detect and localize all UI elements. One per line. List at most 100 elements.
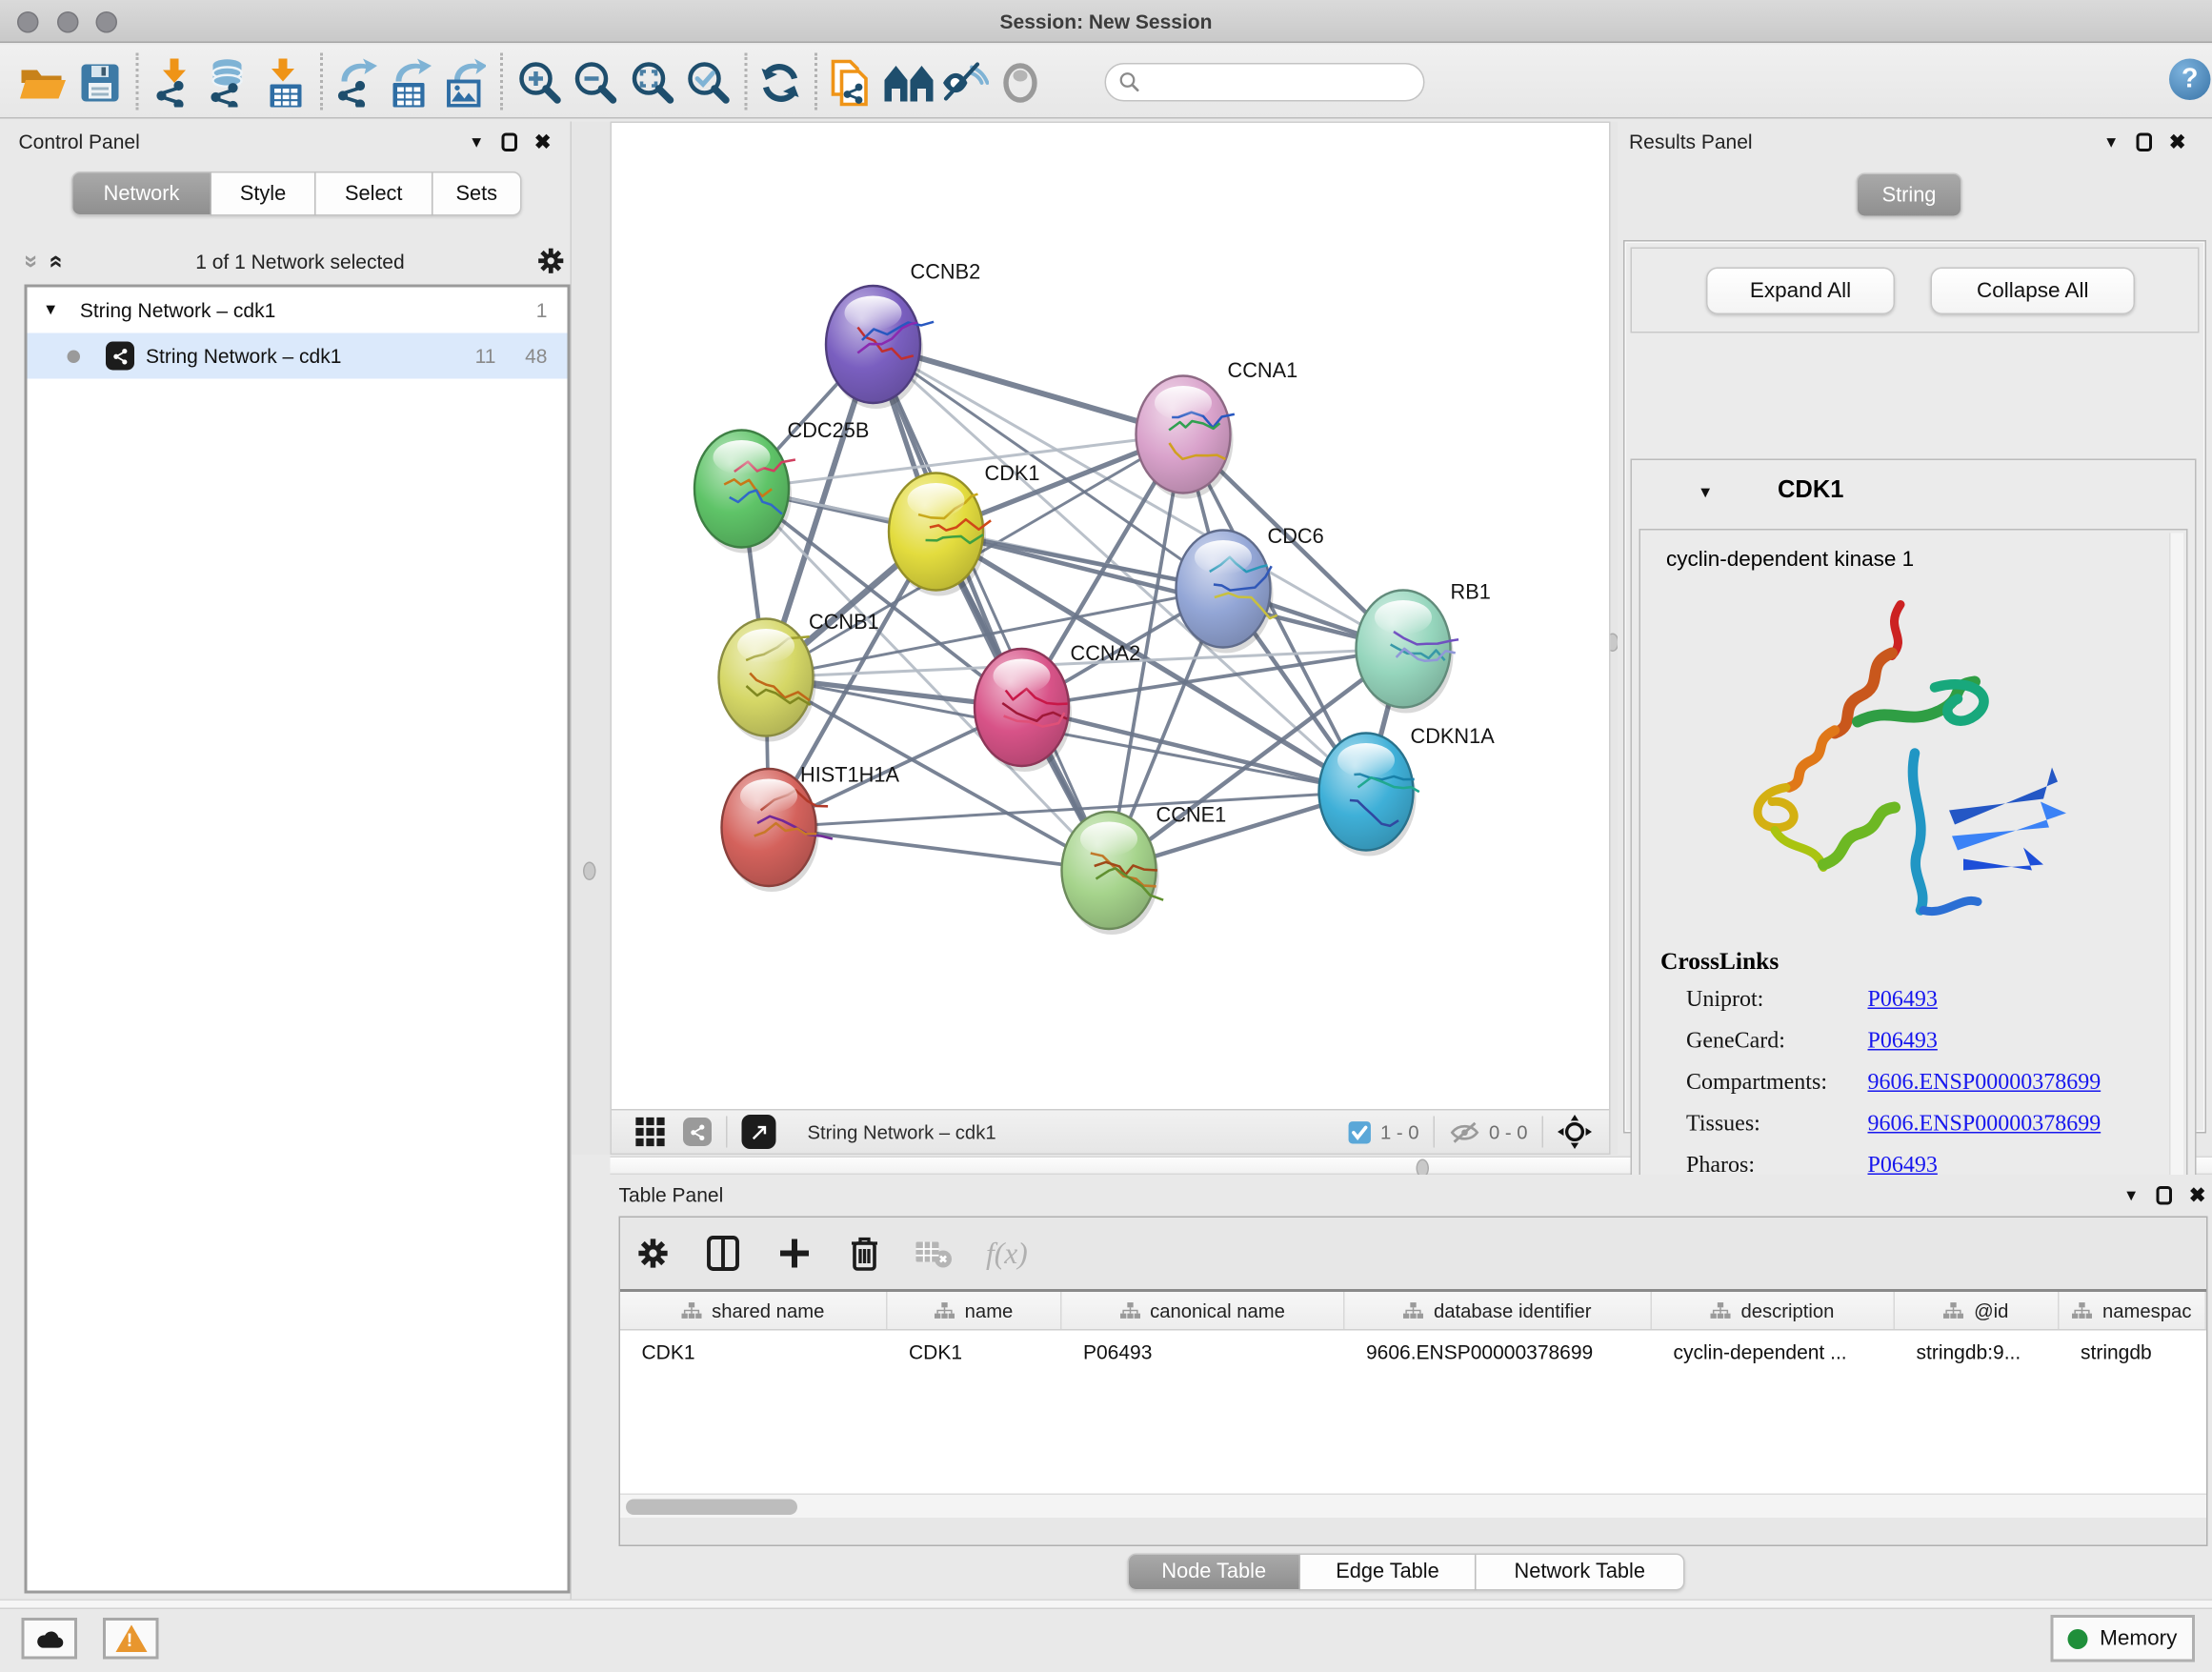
tab-string[interactable]: String — [1857, 173, 1962, 218]
show-all-button[interactable] — [995, 57, 1046, 109]
cell-database-identifier[interactable]: 9606.ENSP00000378699 — [1366, 1340, 1593, 1363]
duplicate-network-button[interactable] — [826, 57, 877, 109]
network-graph[interactable]: CCNB2CCNA1CDC25BCDK1CDC6RB1CCNB1CCNA2CDK… — [612, 123, 1609, 1109]
tab-sets[interactable]: Sets — [433, 171, 522, 216]
float-panel-icon[interactable] — [501, 133, 517, 152]
gear-icon[interactable] — [537, 248, 565, 275]
help-button[interactable]: ? — [2169, 59, 2211, 101]
export-network-button[interactable] — [331, 57, 382, 109]
open-in-window-icon[interactable] — [742, 1115, 776, 1149]
collapse-all-button[interactable]: Collapse All — [1931, 268, 2136, 315]
column-header-database-identifier[interactable]: database identifier — [1345, 1292, 1653, 1329]
zoom-in-button[interactable] — [514, 57, 566, 109]
tab-select[interactable]: Select — [316, 171, 433, 216]
search-field[interactable] — [1105, 63, 1425, 102]
export-image-button[interactable] — [439, 57, 491, 109]
crosslink-link-genecard[interactable]: P06493 — [1868, 1029, 1938, 1055]
cell-id[interactable]: stringdb:9... — [1917, 1340, 2021, 1363]
network-view-title: String Network – cdk1 — [808, 1121, 996, 1143]
collapse-panel-icon[interactable]: ▼ — [469, 133, 484, 151]
cell-name[interactable]: CDK1 — [909, 1340, 962, 1363]
network-canvas[interactable]: CCNB2CCNA1CDC25BCDK1CDC6RB1CCNB1CCNA2CDK… — [611, 122, 1611, 1156]
zoom-fit-button[interactable] — [628, 57, 679, 109]
cell-namespac[interactable]: stringdb — [2081, 1340, 2152, 1363]
network-collection-row[interactable]: ▼ String Network – cdk1 1 — [28, 288, 568, 333]
node-RB1[interactable]: RB1 — [1357, 580, 1491, 714]
import-network-button[interactable] — [149, 57, 200, 109]
add-column-icon[interactable] — [777, 1237, 812, 1271]
node-CCNA1[interactable]: CCNA1 — [1136, 358, 1298, 499]
import-network-from-database-button[interactable] — [202, 57, 253, 109]
section-collapse-icon[interactable]: ▼ — [1698, 485, 1713, 502]
node-CCNB2[interactable]: CCNB2 — [826, 260, 980, 410]
column-header-canonical-name[interactable]: canonical name — [1062, 1292, 1345, 1329]
cloud-button[interactable] — [22, 1618, 78, 1660]
hidden-eye-icon[interactable] — [1449, 1119, 1480, 1144]
crosslink-link-uniprot[interactable]: P06493 — [1868, 988, 1938, 1014]
column-header-id[interactable]: @id — [1895, 1292, 2060, 1329]
crosslink-link-compartments[interactable]: 9606.ENSP00000378699 — [1868, 1071, 2101, 1097]
show-columns-icon[interactable] — [706, 1235, 740, 1272]
table-h-scrollbar-thumb[interactable] — [626, 1499, 797, 1515]
selected-checkbox-icon[interactable] — [1347, 1119, 1372, 1144]
cell-shared-name[interactable]: CDK1 — [642, 1340, 695, 1363]
close-panel-icon[interactable]: ✖ — [2189, 1183, 2206, 1208]
collection-expand-icon[interactable]: ▼ — [43, 302, 58, 319]
hide-selected-button[interactable] — [939, 57, 991, 109]
cell-canonical-name[interactable]: P06493 — [1083, 1340, 1152, 1363]
node-CDK1[interactable]: CDK1 — [889, 461, 1040, 595]
node-CDC25B[interactable]: CDC25B — [694, 418, 869, 553]
tab-edge-table[interactable]: Edge Table — [1300, 1554, 1477, 1591]
import-table-button[interactable] — [260, 57, 312, 109]
expand-all-button[interactable]: Expand All — [1706, 268, 1895, 315]
search-input[interactable] — [1140, 71, 1423, 93]
node-CDKN1A[interactable]: CDKN1A — [1319, 724, 1496, 856]
export-table-button[interactable] — [385, 57, 436, 109]
collapse-all-networks-icon[interactable]: » — [42, 254, 70, 268]
close-panel-icon[interactable]: ✖ — [2169, 131, 2186, 155]
crosshair-icon[interactable] — [1558, 1115, 1592, 1149]
memory-button[interactable]: Memory — [2051, 1615, 2196, 1662]
column-header-description[interactable]: description — [1652, 1292, 1895, 1329]
crosslink-link-tissues[interactable]: 9606.ENSP00000378699 — [1868, 1112, 2101, 1138]
protein-structure-image — [1683, 585, 2112, 928]
zoom-selected-button[interactable] — [683, 57, 734, 109]
network-row[interactable]: String Network – cdk1 11 48 — [28, 333, 568, 379]
collapse-panel-icon[interactable]: ▼ — [2123, 1187, 2139, 1204]
save-session-button[interactable] — [74, 57, 126, 109]
collapse-panel-icon[interactable]: ▼ — [2103, 133, 2119, 151]
close-panel-icon[interactable]: ✖ — [534, 131, 552, 155]
table-settings-gear-icon[interactable] — [637, 1238, 669, 1269]
column-header-namespac[interactable]: namespac — [2060, 1292, 2207, 1329]
zoom-out-button[interactable] — [571, 57, 622, 109]
refresh-button[interactable] — [754, 57, 806, 109]
birdseye-grid-icon[interactable] — [634, 1117, 666, 1148]
column-header-shared-name[interactable]: shared name — [620, 1292, 888, 1329]
tab-network[interactable]: Network — [71, 171, 211, 216]
tab-style[interactable]: Style — [211, 171, 316, 216]
delete-table-icon — [915, 1239, 952, 1268]
collection-label: String Network – cdk1 — [80, 299, 275, 322]
delete-column-icon[interactable] — [849, 1235, 880, 1272]
open-session-button[interactable] — [17, 57, 69, 109]
tab-network-table[interactable]: Network Table — [1477, 1554, 1685, 1591]
node-CDC6[interactable]: CDC6 — [1176, 524, 1324, 654]
node-HIST1H1A[interactable]: HIST1H1A — [722, 763, 900, 893]
first-neighbors-button[interactable] — [883, 57, 935, 109]
float-panel-icon[interactable] — [2156, 1186, 2172, 1205]
node-CCNA2[interactable]: CCNA2 — [975, 641, 1140, 772]
left-splitter[interactable] — [572, 122, 611, 1156]
column-header-name[interactable]: name — [888, 1292, 1062, 1329]
results-scrollbar[interactable] — [2169, 534, 2183, 1204]
edge-CCNB2-CCNE1[interactable] — [874, 345, 1110, 871]
edge-HIST1H1A-CCNE1[interactable] — [769, 828, 1109, 871]
left-splitter-handle[interactable] — [583, 862, 596, 881]
table-h-scrollbar[interactable] — [620, 1494, 2206, 1519]
string-view-icon[interactable] — [683, 1118, 712, 1146]
float-panel-icon[interactable] — [2136, 133, 2152, 152]
node-CCNE1[interactable]: CCNE1 — [1062, 803, 1227, 936]
control-panel-tabs: NetworkStyleSelectSets — [71, 171, 522, 216]
cell-description[interactable]: cyclin-dependent ... — [1674, 1340, 1847, 1363]
warnings-button[interactable] — [103, 1618, 159, 1660]
tab-node-table[interactable]: Node Table — [1128, 1554, 1301, 1591]
